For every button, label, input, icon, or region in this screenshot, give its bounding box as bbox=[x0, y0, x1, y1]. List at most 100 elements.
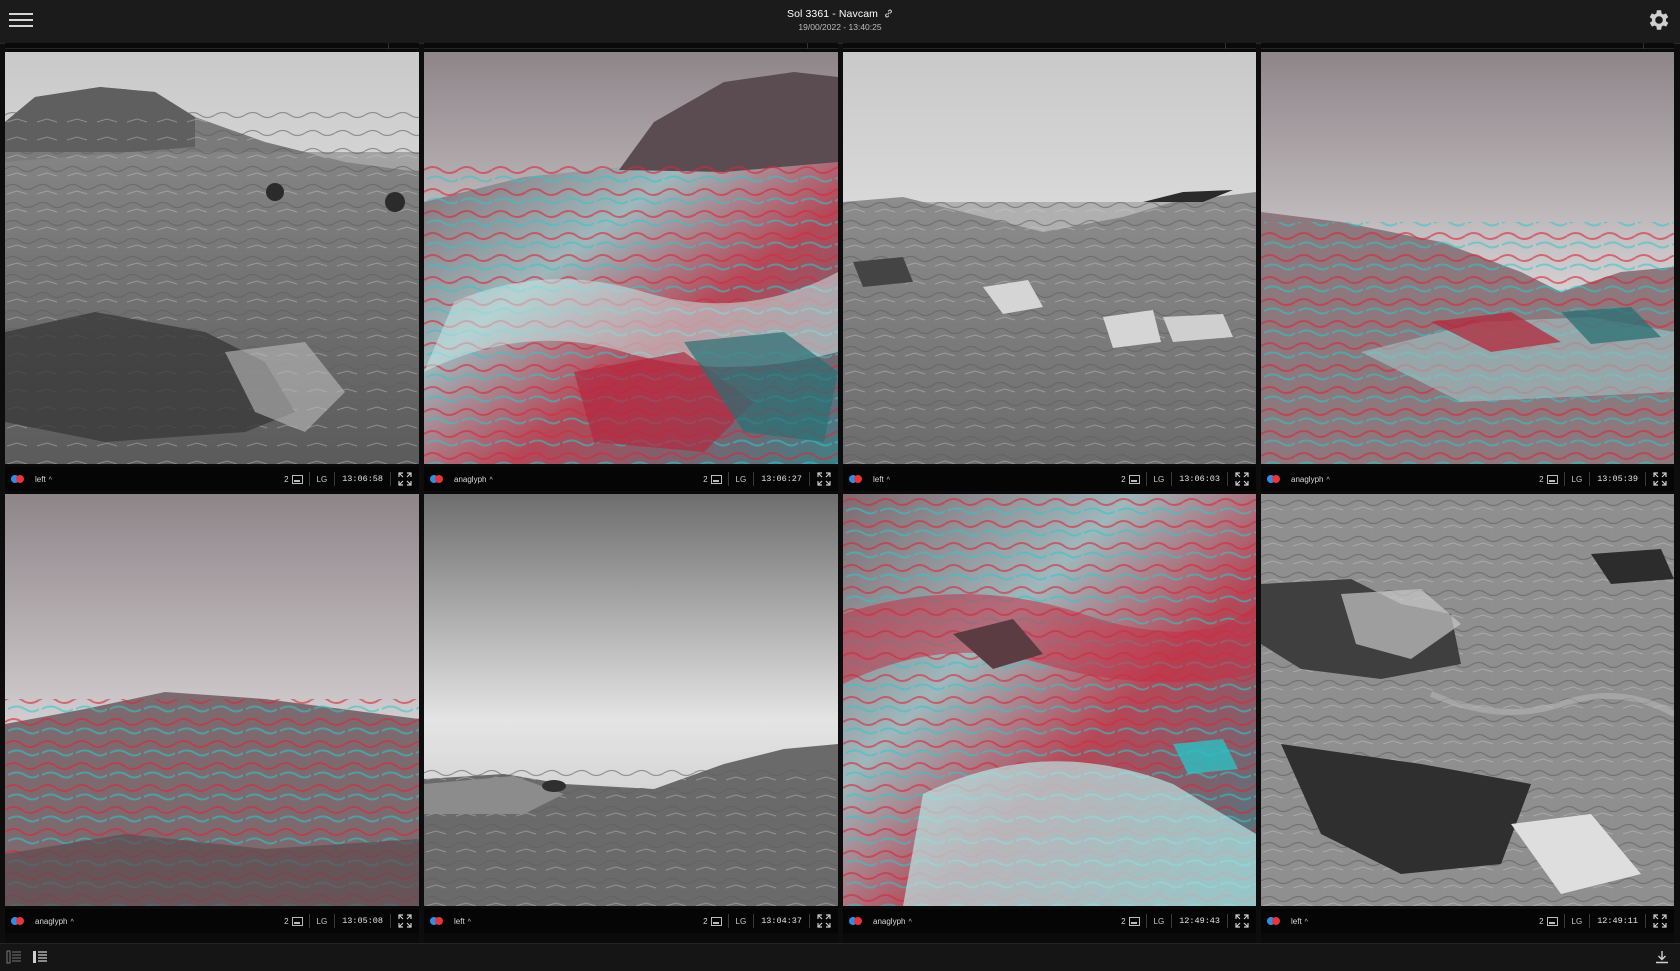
navcam-image[interactable] bbox=[843, 494, 1256, 906]
camera-label: LG bbox=[735, 474, 747, 484]
navcam-image[interactable] bbox=[1261, 52, 1674, 464]
caret-up-icon: ^ bbox=[1304, 918, 1308, 926]
image-caption: left ^ 2 LG 13:06:03 bbox=[843, 467, 1256, 491]
fullscreen-icon[interactable] bbox=[1646, 467, 1674, 491]
image-stack-icon bbox=[291, 474, 303, 484]
image-count-value: 2 bbox=[284, 916, 289, 926]
caret-up-icon: ^ bbox=[1326, 476, 1330, 484]
image-count-value: 2 bbox=[284, 474, 289, 484]
mode-selector[interactable]: left ^ bbox=[1291, 917, 1308, 926]
mode-label: left bbox=[35, 474, 46, 484]
mode-selector[interactable]: anaglyph ^ bbox=[35, 917, 74, 926]
caret-up-icon: ^ bbox=[489, 476, 493, 484]
page-subtitle: 19/00/2022 - 13:40:25 bbox=[798, 22, 882, 32]
stereo-pair-icon bbox=[849, 475, 865, 483]
caret-up-icon: ^ bbox=[886, 476, 890, 484]
camera-label: LG bbox=[1153, 916, 1165, 926]
link-icon[interactable] bbox=[884, 9, 893, 18]
mode-label: left bbox=[873, 474, 884, 484]
download-icon[interactable] bbox=[1654, 950, 1670, 964]
image-count: 2 bbox=[1539, 916, 1563, 926]
capture-time: 12:49:43 bbox=[1179, 916, 1220, 926]
image-tile: anaglyph ^ 2 LG 13:05:39 bbox=[1261, 43, 1674, 493]
image-count: 2 bbox=[284, 916, 308, 926]
image-stack-icon bbox=[1128, 474, 1140, 484]
mode-label: anaglyph bbox=[35, 916, 68, 926]
image-caption: anaglyph ^ 2 LG 12:49:43 bbox=[843, 909, 1256, 933]
expand-list-icon[interactable] bbox=[32, 950, 48, 964]
title-block: Sol 3361 - Navcam 19/00/2022 - 13:40:25 bbox=[0, 8, 1680, 32]
caret-up-icon: ^ bbox=[467, 918, 471, 926]
caret-up-icon: ^ bbox=[70, 918, 74, 926]
image-stack-icon bbox=[710, 916, 722, 926]
stereo-pair-icon bbox=[849, 917, 865, 925]
top-bar: Sol 3361 - Navcam 19/00/2022 - 13:40:25 bbox=[0, 0, 1680, 44]
image-caption: anaglyph ^ 2 LG 13:05:08 bbox=[5, 909, 419, 933]
collapse-list-icon[interactable] bbox=[6, 950, 22, 964]
bottom-bar bbox=[0, 943, 1680, 971]
camera-label: LG bbox=[1153, 474, 1165, 484]
page-title-text: Sol 3361 - Navcam bbox=[786, 8, 878, 20]
image-tile: anaglyph ^ 2 LG 12:49:43 bbox=[843, 493, 1256, 943]
capture-time: 12:49:11 bbox=[1597, 916, 1638, 926]
image-tile: left ^ 2 LG 13:06:58 bbox=[5, 43, 419, 493]
fullscreen-icon[interactable] bbox=[1228, 467, 1256, 491]
fullscreen-icon[interactable] bbox=[810, 467, 838, 491]
mode-selector[interactable]: anaglyph ^ bbox=[1291, 475, 1330, 484]
navcam-image[interactable] bbox=[5, 52, 419, 464]
image-tile: left ^ 2 LG 13:06:03 bbox=[843, 43, 1256, 493]
image-caption: left ^ 2 LG 12:49:11 bbox=[1261, 909, 1674, 933]
image-grid: left ^ 2 LG 13:06:58 anaglyph ^ 2 LG 13:… bbox=[5, 43, 1675, 943]
fullscreen-icon[interactable] bbox=[810, 909, 838, 933]
image-caption: anaglyph ^ 2 LG 13:05:39 bbox=[1261, 467, 1674, 491]
capture-time: 13:06:27 bbox=[761, 474, 802, 484]
mode-selector[interactable]: anaglyph ^ bbox=[454, 475, 493, 484]
image-count-value: 2 bbox=[1539, 474, 1544, 484]
stereo-pair-icon bbox=[430, 917, 446, 925]
camera-label: LG bbox=[735, 916, 747, 926]
caret-up-icon: ^ bbox=[908, 918, 912, 926]
capture-time: 13:05:08 bbox=[342, 916, 383, 926]
page-title: Sol 3361 - Navcam bbox=[0, 8, 1680, 20]
gear-icon[interactable] bbox=[1646, 7, 1672, 33]
image-count: 2 bbox=[1121, 474, 1145, 484]
navcam-image[interactable] bbox=[843, 52, 1256, 464]
image-caption: anaglyph ^ 2 LG 13:06:27 bbox=[424, 467, 838, 491]
fullscreen-icon[interactable] bbox=[1646, 909, 1674, 933]
navcam-image[interactable] bbox=[424, 494, 838, 906]
navcam-image[interactable] bbox=[5, 494, 419, 906]
fullscreen-icon[interactable] bbox=[391, 909, 419, 933]
fullscreen-icon[interactable] bbox=[391, 467, 419, 491]
stereo-pair-icon bbox=[11, 475, 27, 483]
stereo-pair-icon bbox=[11, 917, 27, 925]
camera-label: LG bbox=[316, 474, 328, 484]
image-count-value: 2 bbox=[1121, 916, 1126, 926]
mode-selector[interactable]: left ^ bbox=[454, 917, 471, 926]
image-count: 2 bbox=[1121, 916, 1145, 926]
image-stack-icon bbox=[291, 916, 303, 926]
mode-label: anaglyph bbox=[454, 474, 487, 484]
image-tile: anaglyph ^ 2 LG 13:06:27 bbox=[424, 43, 838, 493]
camera-label: LG bbox=[1571, 916, 1583, 926]
navcam-image[interactable] bbox=[1261, 494, 1674, 906]
image-count-value: 2 bbox=[703, 474, 708, 484]
image-stack-icon bbox=[1546, 916, 1558, 926]
capture-time: 13:05:39 bbox=[1597, 474, 1638, 484]
mode-selector[interactable]: left ^ bbox=[873, 475, 890, 484]
caret-up-icon: ^ bbox=[48, 476, 52, 484]
image-stack-icon bbox=[1128, 916, 1140, 926]
mode-label: anaglyph bbox=[1291, 474, 1324, 484]
image-caption: left ^ 2 LG 13:06:58 bbox=[5, 467, 419, 491]
navcam-image[interactable] bbox=[424, 52, 838, 464]
camera-label: LG bbox=[1571, 474, 1583, 484]
capture-time: 13:04:37 bbox=[761, 916, 802, 926]
mode-selector[interactable]: anaglyph ^ bbox=[873, 917, 912, 926]
image-count-value: 2 bbox=[703, 916, 708, 926]
fullscreen-icon[interactable] bbox=[1228, 909, 1256, 933]
stereo-pair-icon bbox=[1267, 917, 1283, 925]
camera-label: LG bbox=[316, 916, 328, 926]
mode-selector[interactable]: left ^ bbox=[35, 475, 52, 484]
image-stack-icon bbox=[710, 474, 722, 484]
capture-time: 13:06:58 bbox=[342, 474, 383, 484]
image-count: 2 bbox=[703, 916, 727, 926]
